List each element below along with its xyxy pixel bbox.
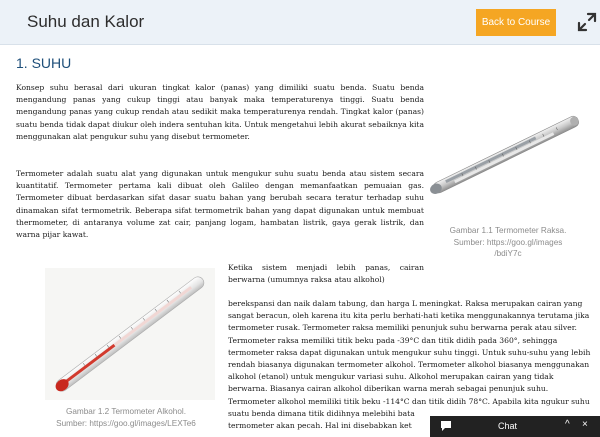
caption-line: Sumber: https://goo.gl/images/LEXTe6	[56, 418, 196, 428]
paragraph-line: berekspansi dan naik dalam tabung, dan h…	[228, 299, 583, 308]
chat-label[interactable]: Chat	[498, 421, 517, 431]
back-to-course-button[interactable]: Back to Course	[476, 9, 556, 36]
page-header: Suhu dan Kalor Back to Course	[0, 0, 600, 45]
section-heading: 1. SUHU	[16, 55, 72, 71]
alcohol-thermometer-image	[45, 268, 215, 400]
paragraph-expansion-intro: Ketika sistem menjadi lebih panas, caira…	[228, 263, 424, 285]
figure-caption-alcohol: Gambar 1.2 Termometer Alkohol. Sumber: h…	[30, 406, 222, 429]
paragraph-temperature-concept: Konsep suhu berasal dari ukuran tingkat …	[16, 83, 424, 141]
caption-line: Gambar 1.2 Termometer Alkohol.	[66, 407, 186, 416]
paragraph-line: berwarna. Biasanya cairan alkohol diberi…	[228, 384, 549, 394]
paragraph-line: Termometer alkohol memiliki titik beku -…	[228, 396, 590, 406]
paragraph-line: alkohol (etanol) untuk mengukur variasi …	[228, 372, 554, 382]
course-title: Suhu dan Kalor	[27, 12, 145, 31]
paragraph-line: termometer raksa dapat digunakan untuk m…	[228, 347, 591, 357]
paragraph-mercury-alcohol: berekspansi dan naik dalam tabung, dan h…	[228, 298, 600, 432]
caption-line: Sumber: https://goo.gl/images	[453, 237, 563, 247]
chat-widget[interactable]: Chat ^ ×	[430, 416, 600, 437]
expand-icon[interactable]	[577, 12, 597, 32]
paragraph-line: sangat beracun, oleh karena itu kita per…	[228, 311, 590, 321]
chat-close-button[interactable]: ×	[582, 419, 588, 430]
figure-caption-mercury: Gambar 1.1 Termometer Raksa. Sumber: htt…	[428, 225, 588, 260]
mercury-thermometer-image	[418, 95, 590, 215]
paragraph-thermometer-definition: Termometer adalah suatu alat yang diguna…	[16, 169, 424, 240]
paragraph-line: termometer rusak. Termometer raksa memil…	[228, 323, 577, 333]
caption-line: Gambar 1.1 Termometer Raksa.	[449, 226, 567, 235]
caption-line: /bdiY7c	[494, 249, 522, 258]
chat-minimize-button[interactable]: ^	[565, 419, 570, 430]
paragraph-line: rendah biasanya digunakan termometer alk…	[228, 360, 590, 370]
paragraph-line: Termometer raksa memiliki titik beku pad…	[228, 335, 558, 345]
chat-bubble-icon	[441, 421, 451, 431]
